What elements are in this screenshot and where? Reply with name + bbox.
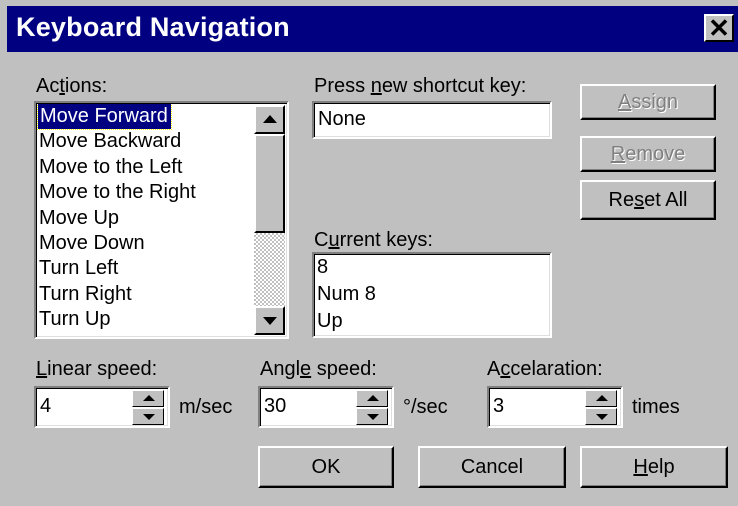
close-icon: ✕ (708, 13, 730, 43)
keyboard-navigation-dialog: Keyboard Navigation ✕ Actions: Move Forw… (0, 0, 738, 506)
ok-button-label: OK (311, 456, 341, 478)
actions-label: Actions: (36, 75, 108, 97)
action-list-item[interactable]: Move to the Left (39, 155, 182, 180)
angle-speed-down-button[interactable] (356, 408, 388, 425)
shortcut-label: Press new shortcut key: (314, 75, 527, 97)
window-title: Keyboard Navigation (16, 12, 290, 42)
current-keys-listbox[interactable]: 8 Num 8 Up (312, 252, 552, 338)
shortcut-input[interactable]: None (312, 101, 552, 139)
linear-speed-label: Linear speed: (36, 358, 158, 380)
action-list-item[interactable]: Move Forward (37, 104, 172, 130)
spin-up-icon (143, 395, 155, 401)
remove-button[interactable]: Remove (580, 136, 716, 172)
spin-down-icon (143, 414, 155, 420)
reset-all-button[interactable]: Reset All (580, 180, 716, 220)
linear-speed-down-button[interactable] (132, 408, 164, 425)
action-list-item[interactable]: Move Down (39, 231, 145, 256)
angle-speed-unit: °/sec (403, 396, 448, 418)
current-key-item[interactable]: Num 8 (317, 282, 376, 307)
acceleration-spinner[interactable] (585, 390, 619, 428)
current-key-item[interactable]: 8 (317, 255, 328, 280)
shortcut-value: None (318, 108, 366, 130)
linear-speed-up-button[interactable] (132, 390, 164, 407)
angle-speed-spinner[interactable] (356, 390, 390, 428)
acceleration-label: Accelaration: (487, 358, 603, 380)
action-list-item[interactable]: Move to the Right (39, 180, 196, 205)
spin-down-icon (367, 414, 379, 420)
spin-up-icon (596, 395, 608, 401)
assign-button-label: Assign (617, 91, 679, 113)
help-button[interactable]: Help (580, 446, 728, 488)
cancel-button[interactable]: Cancel (418, 446, 566, 488)
current-keys-label: Current keys: (314, 229, 433, 251)
spin-down-icon (596, 414, 608, 420)
remove-button-label: Remove (610, 143, 686, 165)
acceleration-value: 3 (493, 395, 505, 417)
acceleration-down-button[interactable] (585, 408, 617, 425)
current-key-item[interactable]: Up (317, 309, 343, 334)
angle-speed-value: 30 (264, 395, 287, 417)
scroll-thumb[interactable] (254, 134, 285, 233)
action-list-item[interactable]: Turn Up (39, 307, 111, 332)
acceleration-up-button[interactable] (585, 390, 617, 407)
help-button-label: Help (633, 456, 675, 478)
reset-all-button-label: Reset All (608, 189, 688, 211)
action-list-item[interactable]: Move Backward (39, 129, 181, 154)
action-list-item[interactable]: Move Up (39, 206, 119, 231)
linear-speed-spinner[interactable] (132, 390, 166, 428)
title-bar[interactable]: Keyboard Navigation ✕ (7, 6, 738, 52)
ok-button[interactable]: OK (258, 446, 394, 488)
scroll-down-arrow-icon (263, 317, 277, 325)
spin-up-icon (367, 395, 379, 401)
acceleration-unit: times (632, 396, 680, 418)
angle-speed-up-button[interactable] (356, 390, 388, 407)
acceleration-field[interactable]: 3 (487, 386, 623, 428)
close-button[interactable]: ✕ (704, 13, 734, 43)
linear-speed-unit: m/sec (179, 396, 233, 418)
scroll-up-arrow-icon (263, 115, 277, 123)
scroll-down-button[interactable] (254, 306, 285, 335)
angle-speed-field[interactable]: 30 (258, 386, 394, 428)
actions-scrollbar[interactable] (254, 105, 285, 335)
assign-button[interactable]: Assign (580, 84, 716, 120)
action-list-item[interactable]: Turn Left (39, 256, 118, 281)
cancel-button-label: Cancel (460, 456, 524, 478)
actions-listbox[interactable]: Move Forward Move Backward Move to the Lef… (34, 101, 289, 339)
scroll-up-button[interactable] (254, 105, 285, 134)
linear-speed-field[interactable]: 4 (34, 386, 170, 428)
linear-speed-value: 4 (40, 395, 52, 417)
angle-speed-label: Angle speed: (260, 358, 377, 380)
action-list-item[interactable]: Turn Right (39, 282, 132, 307)
